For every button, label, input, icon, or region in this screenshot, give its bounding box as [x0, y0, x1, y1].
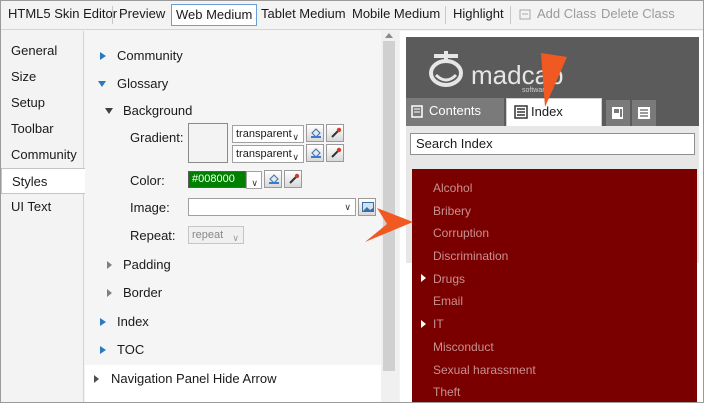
eyedropper-button[interactable] [326, 124, 344, 142]
repeat-label: Repeat: [130, 228, 176, 243]
logo-face-icon [429, 51, 463, 87]
web-medium-button[interactable]: Web Medium [171, 4, 258, 26]
expand-arrow-icon[interactable] [100, 52, 106, 60]
paint-bucket-icon [269, 174, 279, 184]
paint-bucket-icon [311, 148, 321, 158]
expand-arrow-icon[interactable] [100, 318, 106, 326]
nav-item-toolbar[interactable]: Toolbar [1, 116, 83, 142]
tab-glossary[interactable] [606, 100, 630, 126]
color-picker-button[interactable] [306, 144, 324, 162]
nav-item-ui-text[interactable]: UI Text [1, 194, 83, 220]
toolbar-separator [445, 6, 446, 24]
paint-bucket-icon [311, 128, 321, 138]
expand-arrow-icon[interactable] [100, 346, 106, 354]
highlight-button[interactable]: Highlight [451, 4, 506, 26]
eyedropper-button[interactable] [326, 144, 344, 162]
toolbar-separator [112, 6, 113, 24]
expand-arrow-icon[interactable] [94, 375, 99, 383]
gradient-label: Gradient: [130, 130, 184, 145]
contents-book-icon [411, 105, 423, 118]
toolbar-separator [510, 6, 511, 24]
gradient-end-select[interactable]: transparent ∨ [232, 145, 304, 163]
index-item[interactable]: IT [433, 317, 444, 331]
scroll-up-arrow-icon[interactable] [385, 33, 393, 38]
tab-contents-label: Contents [429, 103, 482, 118]
tree-item-toc[interactable]: TOC [117, 342, 144, 357]
index-item[interactable]: Misconduct [433, 340, 494, 354]
tablet-medium-button[interactable]: Tablet Medium [259, 4, 348, 26]
index-list: Alcohol Bribery Corruption Discriminatio… [412, 169, 697, 402]
search-index-input[interactable]: Search Index [410, 133, 695, 155]
index-item[interactable]: Corruption [433, 226, 489, 240]
color-picker-button[interactable] [264, 170, 282, 188]
tree-item-index[interactable]: Index [117, 314, 149, 329]
toolbar: HTML5 Skin Editor Preview Web Medium Tab… [1, 1, 703, 30]
eyedropper-icon [331, 147, 342, 158]
sequences-list-icon [638, 107, 650, 119]
tab-contents[interactable]: Contents [406, 98, 504, 126]
gradient-start-value: transparent [236, 128, 292, 140]
expand-arrow-icon[interactable] [107, 289, 112, 297]
image-label: Image: [130, 200, 170, 215]
gradient-preview [188, 123, 228, 163]
add-class-button[interactable]: Add Class [535, 4, 598, 26]
preview-button[interactable]: Preview [117, 4, 167, 26]
eyedropper-icon [289, 173, 300, 184]
collapse-arrow-icon[interactable] [105, 108, 113, 114]
collapse-arrow-icon[interactable] [98, 81, 106, 87]
index-item[interactable]: Email [433, 294, 463, 308]
tree-item-border[interactable]: Border [123, 285, 162, 300]
gradient-end-value: transparent [236, 148, 292, 160]
gradient-start-select[interactable]: transparent ∨ [232, 125, 304, 143]
nav-item-setup[interactable]: Setup [1, 90, 83, 116]
nav-item-size[interactable]: Size [1, 64, 83, 90]
color-picker-button[interactable] [306, 124, 324, 142]
index-item[interactable]: Alcohol [433, 181, 472, 195]
color-label: Color: [130, 173, 165, 188]
skin-editor-title: HTML5 Skin Editor [8, 6, 118, 21]
index-item[interactable]: Theft [433, 385, 460, 399]
tree-item-glossary[interactable]: Glossary [117, 76, 168, 91]
expand-arrow-icon[interactable] [421, 274, 426, 282]
tab-browse-sequences[interactable] [632, 100, 656, 126]
index-item[interactable]: Drugs [433, 272, 465, 286]
tree-item-background[interactable]: Background [123, 103, 192, 118]
expand-arrow-icon[interactable] [107, 261, 112, 269]
tree-item-padding[interactable]: Padding [123, 257, 171, 272]
expand-arrow-icon[interactable] [421, 320, 426, 328]
repeat-select[interactable]: repeat ∨ [188, 226, 244, 244]
index-item[interactable]: Bribery [433, 204, 471, 218]
tree-item-nav-panel-hide-arrow[interactable]: Navigation Panel Hide Arrow [111, 371, 276, 386]
tree-item-community[interactable]: Community [117, 48, 183, 63]
mobile-medium-button[interactable]: Mobile Medium [350, 4, 442, 26]
nav-item-general[interactable]: General [1, 38, 83, 64]
eyedropper-icon [331, 127, 342, 138]
nav-item-styles[interactable]: Styles [1, 168, 85, 194]
skin-editor-window: HTML5 Skin Editor Preview Web Medium Tab… [0, 0, 704, 403]
repeat-value: repeat [192, 229, 224, 241]
color-value-field[interactable]: #008000 [188, 171, 246, 188]
glossary-book-icon [612, 107, 623, 119]
callout-arrow-icon [541, 53, 567, 107]
eyedropper-button[interactable] [284, 170, 302, 188]
color-dropdown[interactable]: ∨ [246, 171, 262, 189]
settings-nav: General Size Setup Toolbar Community Sty… [1, 31, 85, 402]
index-item[interactable]: Discrimination [433, 249, 508, 263]
index-item[interactable]: Sexual harassment [433, 363, 536, 377]
delete-class-button[interactable]: Delete Class [599, 4, 677, 26]
callout-arrow-icon [365, 208, 413, 242]
nav-item-community[interactable]: Community [1, 142, 83, 168]
index-list-icon [514, 105, 528, 119]
add-class-icon [519, 9, 531, 20]
image-path-field[interactable]: ∨ [188, 198, 356, 216]
